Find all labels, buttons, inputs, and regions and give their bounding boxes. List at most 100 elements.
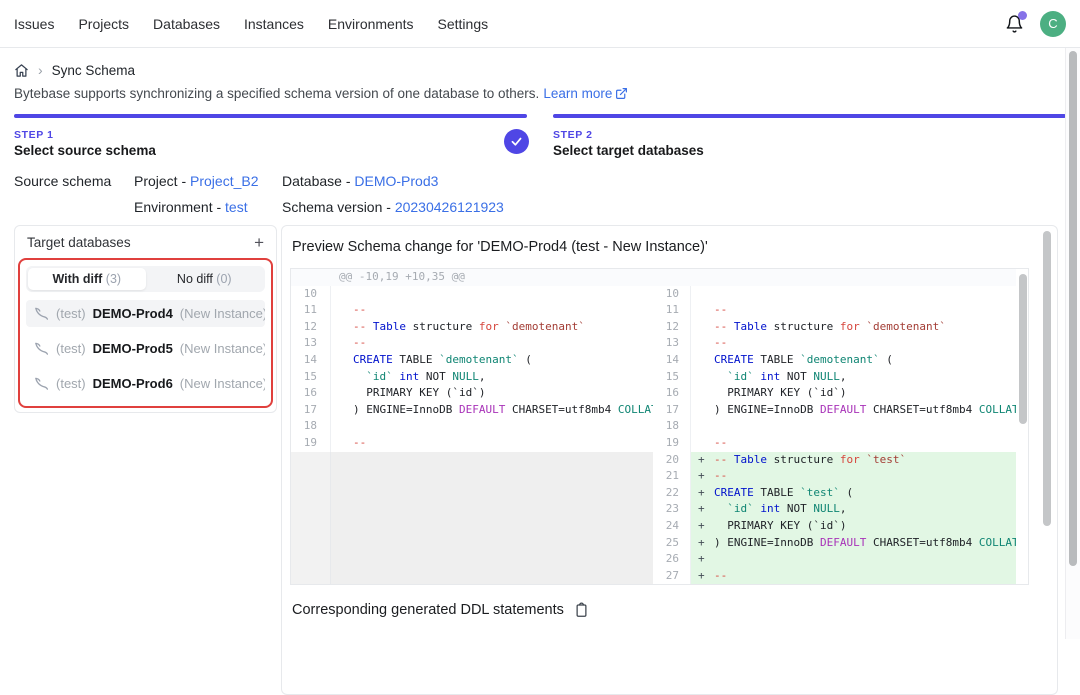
line-number: 10 [653, 286, 691, 303]
line-number: 11 [291, 302, 331, 319]
nav-right: C [1005, 11, 1066, 37]
diff-pane-source: @@ -10,19 +10,35 @@1011--12-- Table stru… [291, 269, 653, 584]
line-number-gutter [291, 501, 331, 518]
step-completed-badge [504, 129, 529, 154]
target-database-list: (test) DEMO-Prod4 (New Instance) (test) D… [26, 300, 265, 397]
line-number: 16 [291, 385, 331, 402]
code-content: +-- [691, 468, 1016, 485]
nav-item-settings[interactable]: Settings [438, 16, 489, 32]
code-content: +) ENGINE=InnoDB DEFAULT CHARSET=utf8mb4… [691, 535, 1016, 552]
diff-scrollbar-thumb[interactable] [1019, 274, 1027, 424]
step-progress-bar [14, 114, 527, 118]
step-1: STEP 1 Select source schema [14, 114, 527, 158]
code-token: , [479, 370, 486, 383]
breadcrumb-separator: › [38, 62, 43, 78]
code-content: `id` int NOT NULL, [331, 369, 653, 386]
code-line: 27+-- [653, 568, 1016, 585]
code-line: 19-- [291, 435, 653, 452]
field-value-link[interactable]: Project_B2 [190, 173, 258, 189]
added-line-marker: + [698, 485, 705, 502]
line-number-gutter [291, 452, 331, 469]
code-token: `demotenant` [800, 353, 879, 366]
code-token: COLLATE [979, 536, 1016, 549]
step-title: Select target databases [553, 143, 1066, 158]
tab-with-diff[interactable]: With diff (3) [28, 268, 146, 290]
copy-ddl-button[interactable] [574, 602, 589, 618]
tab-no-diff[interactable]: No diff (0) [146, 268, 264, 290]
field-label: Schema version - [282, 199, 395, 215]
breadcrumb: › Sync Schema [14, 62, 1066, 78]
code-line: 10 [653, 286, 1016, 303]
line-number: 23 [653, 501, 691, 518]
code-token: ( [880, 353, 893, 366]
tab-count: (3) [106, 272, 121, 286]
code-token: structure [767, 320, 840, 333]
db-item-demo-prod6[interactable]: (test) DEMO-Prod6 (New Instance) [26, 370, 265, 397]
code-token: TABLE [393, 353, 439, 366]
code-token: Table [734, 320, 767, 333]
line-number: 12 [291, 319, 331, 336]
nav-item-issues[interactable]: Issues [14, 16, 54, 32]
line-number: 13 [291, 335, 331, 352]
learn-more-link[interactable]: Learn more [543, 86, 628, 101]
db-item-demo-prod4[interactable]: (test) DEMO-Prod4 (New Instance) [26, 300, 265, 327]
code-line: 15 `id` int NOT NULL, [653, 369, 1016, 386]
code-token: for [840, 453, 860, 466]
code-line: 17) ENGINE=InnoDB DEFAULT CHARSET=utf8mb… [291, 402, 653, 419]
panel-scrollbar-thumb[interactable] [1043, 231, 1051, 526]
code-token: NULL [813, 502, 840, 515]
code-token: structure [767, 453, 840, 466]
db-name: DEMO-Prod6 [93, 376, 173, 391]
nav-item-environments[interactable]: Environments [328, 16, 414, 32]
home-icon[interactable] [14, 63, 29, 78]
line-number: 15 [291, 369, 331, 386]
avatar[interactable]: C [1040, 11, 1066, 37]
code-token: PRIMARY KEY (`id`) [714, 386, 846, 399]
added-line-marker: + [698, 551, 705, 568]
diff-filler [331, 568, 653, 585]
db-environment: (test) [56, 376, 86, 391]
tab-label: With diff [52, 272, 105, 286]
check-icon [510, 135, 523, 148]
breadcrumb-page: Sync Schema [52, 63, 135, 78]
code-token: , [840, 502, 847, 515]
field-value-link[interactable]: test [225, 199, 248, 215]
code-line: 20+-- Table structure for `test` [653, 452, 1016, 469]
intro-text: Bytebase supports synchronizing a specif… [14, 86, 1066, 101]
add-target-database-button[interactable]: + [252, 234, 266, 251]
code-token: CHARSET=utf8mb4 [866, 536, 979, 549]
diff-filler [331, 485, 653, 502]
code-token: structure [406, 320, 479, 333]
code-token [714, 370, 727, 383]
field-value-link[interactable]: DEMO-Prod3 [354, 173, 438, 189]
code-token: NOT [780, 502, 813, 515]
added-line-marker: + [698, 535, 705, 552]
step-label: STEP 1 [14, 129, 527, 141]
nav-item-instances[interactable]: Instances [244, 16, 304, 32]
nav-item-projects[interactable]: Projects [78, 16, 129, 32]
step-title: Select source schema [14, 143, 527, 158]
code-line: 11-- [653, 302, 1016, 319]
code-token: PRIMARY KEY (`id`) [714, 519, 846, 532]
db-item-demo-prod5[interactable]: (test) DEMO-Prod5 (New Instance) [26, 335, 265, 362]
field-value-link[interactable]: 20230426121923 [395, 199, 504, 215]
step-2: STEP 2Select target databases [553, 114, 1066, 158]
line-number: 18 [653, 418, 691, 435]
code-token: -- [353, 436, 366, 449]
diff-filler-row [291, 535, 653, 552]
source-schema-summary: Source schema Project - Project_B2Databa… [14, 173, 1066, 215]
diff-filler [331, 551, 653, 568]
line-number: 10 [291, 286, 331, 303]
notifications-button[interactable] [1005, 14, 1025, 34]
code-token: CHARSET=utf8mb4 [866, 403, 979, 416]
nav-item-databases[interactable]: Databases [153, 16, 220, 32]
code-token: `test` [800, 486, 840, 499]
code-line: 14CREATE TABLE `demotenant` ( [653, 352, 1016, 369]
diff-filler-row [291, 501, 653, 518]
page-scrollbar-thumb[interactable] [1069, 51, 1077, 566]
line-number: 11 [653, 302, 691, 319]
code-content: `id` int NOT NULL, [691, 369, 1016, 386]
field-label: Project - [134, 173, 190, 189]
line-number: 14 [653, 352, 691, 369]
diff-hunk-header [653, 269, 1016, 286]
